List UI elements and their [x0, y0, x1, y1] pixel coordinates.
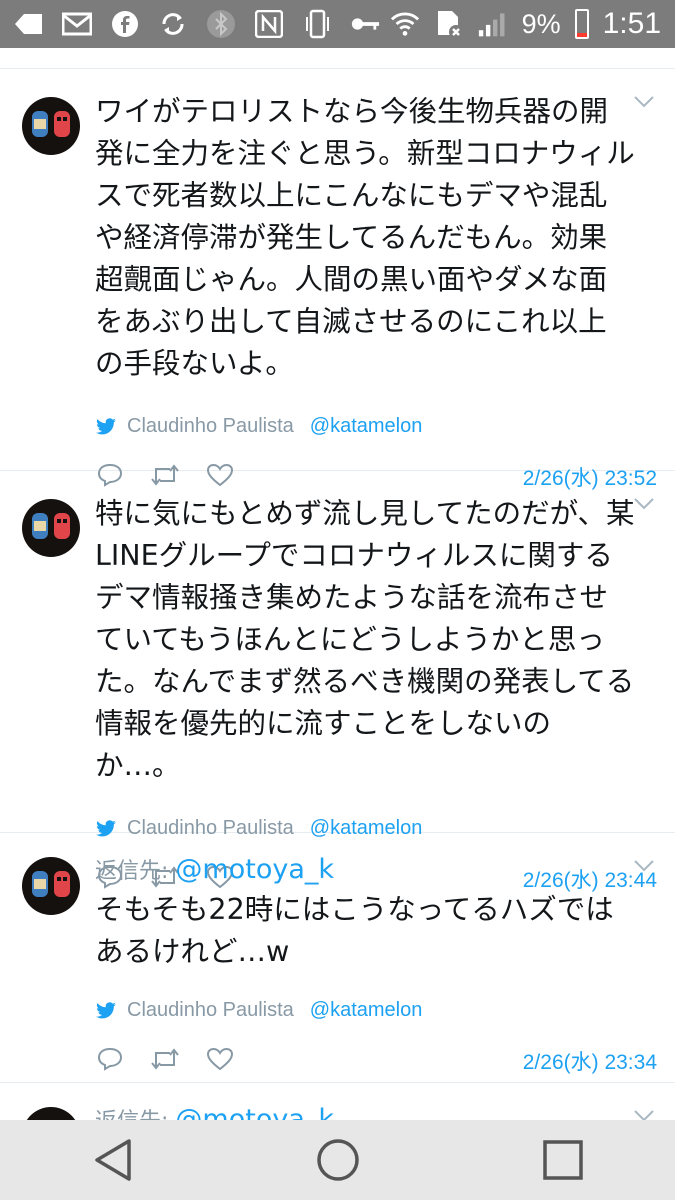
tweet-feed[interactable]: ワイがテロリストなら今後生物兵器の開発に全力を注ぐと思う。新型コロナウィルスで死…	[0, 48, 675, 1120]
phone-vibrate-icon	[302, 9, 332, 39]
wifi-icon	[390, 9, 420, 39]
chevron-down-icon[interactable]	[633, 859, 655, 873]
tweet-text: そもそも22時にはこうなってるハズではあるけれど…w	[95, 893, 614, 968]
back-triangle-icon[interactable]	[85, 1132, 141, 1188]
retweet-icon[interactable]	[150, 1045, 180, 1073]
timestamp[interactable]: 2/26(水) 23:34	[523, 1046, 657, 1076]
reply-to: 返信先: @motoya_k	[95, 853, 657, 885]
previous-tweet-edge	[0, 48, 675, 69]
like-heart-icon[interactable]	[205, 1045, 235, 1073]
avatar[interactable]	[22, 1107, 80, 1120]
twitter-bird-icon	[96, 1001, 116, 1018]
tweet-text: 特に気にもとめず流し見してたのだが、某LINEグループでコロナウィルスに関するデ…	[95, 497, 635, 782]
author-handle[interactable]: @katamelon	[310, 999, 423, 1022]
chevron-down-icon[interactable]	[633, 95, 655, 109]
battery-percent: 9%	[521, 8, 561, 39]
home-circle-icon[interactable]	[310, 1132, 366, 1188]
tweet[interactable]: 返信先: @motoya_k そもそも22時にはこうなってるハズではあるけれど……	[0, 833, 675, 1083]
sync-icon	[158, 9, 188, 39]
clock: 1:51	[602, 7, 661, 40]
avatar[interactable]	[22, 499, 80, 557]
tweet[interactable]: ワイがテロリストなら今後生物兵器の開発に全力を注ぐと思う。新型コロナウィルスで死…	[0, 69, 675, 490]
key-icon	[350, 9, 380, 39]
facebook-icon	[110, 9, 140, 39]
reply-to-label: 返信先:	[95, 1109, 168, 1120]
tweet[interactable]: 特に気にもとめず流し見してたのだが、某LINEグループでコロナウィルスに関するデ…	[0, 471, 675, 892]
avatar[interactable]	[22, 97, 80, 155]
bluetooth-icon	[206, 9, 236, 39]
author-name: Claudinho Paulista	[127, 999, 294, 1021]
reply-to: 返信先: @motoya_k	[95, 1103, 657, 1120]
twitter-bird-icon	[96, 417, 116, 434]
reply-to-handle[interactable]: @motoya_k	[175, 854, 334, 885]
chevron-down-icon[interactable]	[633, 1109, 655, 1120]
reply-icon[interactable]	[95, 1045, 125, 1073]
reply-to-label: 返信先:	[95, 859, 169, 884]
back-arrow-icon	[14, 9, 44, 39]
sim-alert-icon	[434, 9, 464, 39]
system-nav-bar	[0, 1120, 675, 1200]
avatar[interactable]	[22, 857, 80, 915]
nfc-icon	[254, 9, 284, 39]
tweet[interactable]: 返信先: @motoya_k	[0, 1083, 675, 1120]
tweet-text: ワイがテロリストなら今後生物兵器の開発に全力を注ぐと思う。新型コロナウィルスで死…	[95, 95, 635, 380]
battery-icon	[574, 9, 589, 39]
tweet-actions: 2/26(水) 23:34	[95, 1044, 657, 1074]
author-name: Claudinho Paulista	[127, 415, 294, 437]
status-bar: 9% 1:51	[0, 0, 675, 48]
recents-square-icon[interactable]	[535, 1132, 591, 1188]
chevron-down-icon[interactable]	[633, 497, 655, 511]
author-handle[interactable]: @katamelon	[310, 415, 423, 438]
signal-icon	[478, 9, 508, 39]
reply-to-handle[interactable]: @motoya_k	[175, 1104, 334, 1120]
tweet-source: Claudinho Paulista @katamelon	[95, 415, 657, 438]
gmail-icon	[62, 9, 92, 39]
tweet-source: Claudinho Paulista @katamelon	[95, 999, 657, 1022]
